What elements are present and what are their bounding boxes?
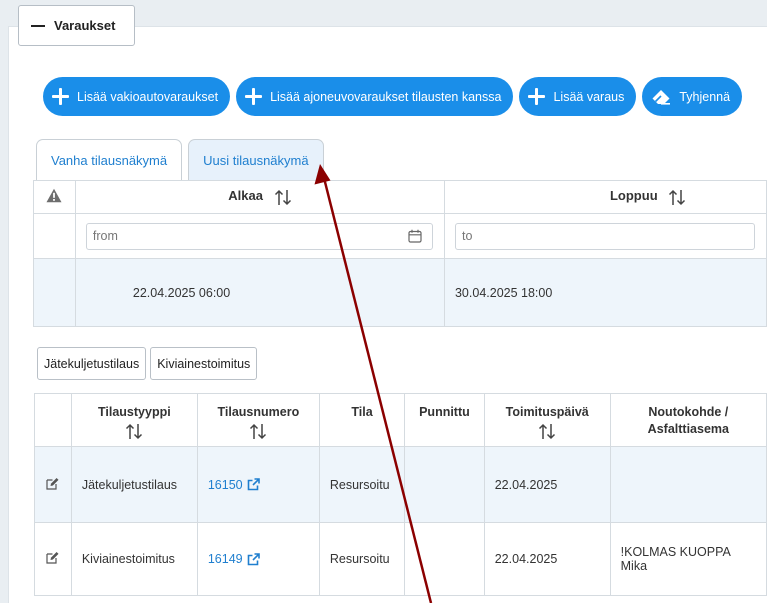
order-number-text: 16149	[207, 552, 243, 566]
delivery-date-column-header[interactable]: Toimituspäivä	[483, 393, 611, 447]
delivery-date-header-label: Toimituspäivä	[505, 405, 589, 419]
sort-icon[interactable]	[274, 189, 292, 206]
sort-icon[interactable]	[668, 189, 686, 206]
start-filter-placeholder: from	[92, 229, 118, 243]
start-value-cell: 22.04.2025 06:00	[74, 258, 445, 327]
order-type-cell: Kiviainestoimitus	[70, 522, 198, 596]
add-standard-vehicle-reservations-button[interactable]: Lisää vakioautovaraukset	[43, 77, 231, 116]
pickup-line1: !KOLMAS KUOPPA	[620, 545, 731, 559]
end-value-cell: 30.04.2025 18:00	[443, 258, 767, 327]
edit-icon[interactable]	[46, 551, 59, 564]
tab-old-order-view[interactable]: Vanha tilausnäkymä	[36, 139, 183, 180]
add-vehicle-reservations-with-orders-button[interactable]: Lisää ajoneuvovaraukset tilausten kanssa	[236, 77, 514, 116]
order-type-cell: Jätekuljetustilaus	[70, 446, 198, 523]
clear-button[interactable]: Tyhjennä	[642, 77, 743, 116]
tab-new-order-view[interactable]: Uusi tilausnäkymä	[188, 139, 324, 180]
start-filter-cell: from	[74, 213, 445, 259]
edit-column-header	[34, 393, 72, 447]
start-date-filter-input[interactable]: from	[85, 222, 433, 250]
delivery-date-cell: 22.04.2025	[483, 446, 611, 523]
edit-cell	[34, 522, 72, 596]
add-reservation-button[interactable]: Lisää varaus	[519, 77, 637, 116]
start-header-label: Alkaa	[228, 188, 263, 204]
end-header-label: Loppuu	[609, 188, 658, 204]
weighed-cell	[404, 522, 485, 596]
table-row: Jätekuljetustilaus 16150 Resursoitu 22.0…	[34, 446, 767, 523]
empty-filter-cell	[33, 213, 76, 259]
end-filter-placeholder: to	[461, 229, 473, 243]
pickup-location-column-header: Noutokohde / Asfalttiasema	[609, 393, 767, 447]
warning-column-header	[33, 180, 76, 214]
pickup-header-line2: Asfalttiasema	[647, 422, 729, 436]
order-type-header-label: Tilaustyyppi	[97, 405, 171, 419]
view-tabs: Vanha tilausnäkymä Uusi tilausnäkymä	[36, 139, 324, 180]
start-column-header[interactable]: Alkaa	[74, 180, 445, 214]
order-number-link[interactable]: 16149	[208, 552, 260, 566]
plus-icon	[52, 88, 69, 105]
status-cell: Resursoitu	[318, 522, 406, 596]
warning-icon	[46, 188, 62, 203]
calendar-icon[interactable]	[408, 229, 422, 243]
weighed-column-header: Punnittu	[404, 393, 485, 447]
plus-icon	[245, 88, 263, 105]
order-type-column-header[interactable]: Tilaustyyppi	[70, 393, 198, 447]
orders-table: Tilaustyyppi Tilausnumero Tila Punnittu …	[34, 393, 767, 596]
filter-waste-transport-button[interactable]: Jätekuljetustilaus	[37, 347, 147, 380]
status-cell: Resursoitu	[318, 446, 406, 523]
edit-cell	[34, 446, 72, 523]
reservation-period-table: Alkaa Loppuu from to 22.04.2025 06:00 30…	[33, 180, 767, 327]
button-label: Lisää varaus	[553, 89, 625, 104]
button-label: Lisää vakioautovaraukset	[77, 89, 219, 104]
weighed-cell	[404, 446, 485, 523]
filter-aggregate-delivery-button[interactable]: Kiviainestoimitus	[150, 347, 258, 380]
order-number-header-label: Tilausnumero	[217, 405, 300, 419]
status-column-header: Tila	[318, 393, 406, 447]
external-link-icon	[247, 552, 260, 565]
order-number-column-header[interactable]: Tilausnumero	[196, 393, 320, 447]
end-date-filter-input[interactable]: to	[454, 222, 755, 250]
order-number-cell: 16149	[196, 522, 320, 596]
collapse-reservations-button[interactable]: Varaukset	[18, 5, 135, 46]
order-number-cell: 16150	[196, 446, 320, 523]
pickup-line2: Mika	[620, 559, 648, 573]
order-type-filters: Jätekuljetustilaus Kiviainestoimitus	[37, 347, 258, 380]
end-column-header[interactable]: Loppuu	[443, 180, 767, 214]
row-warning-cell	[33, 258, 76, 327]
button-label: Tyhjennä	[679, 89, 731, 104]
pickup-header-line1: Noutokohde /	[648, 405, 729, 419]
minus-icon	[31, 24, 45, 27]
sort-icon[interactable]	[538, 423, 556, 440]
order-number-link[interactable]: 16150	[208, 478, 260, 492]
order-number-text: 16150	[207, 477, 243, 492]
pickup-location-cell: !KOLMAS KUOPPA Mika	[609, 522, 767, 596]
plus-icon	[528, 88, 546, 105]
eraser-icon	[651, 89, 671, 105]
delivery-date-cell: 22.04.2025	[483, 522, 611, 596]
button-label: Lisää ajoneuvovaraukset tilausten kanssa	[270, 89, 502, 104]
action-bar: Lisää vakioautovaraukset Lisää ajoneuvov…	[43, 77, 743, 116]
end-filter-cell: to	[443, 213, 767, 259]
sort-icon[interactable]	[125, 423, 143, 440]
edit-icon[interactable]	[46, 477, 59, 490]
pickup-location-cell	[609, 446, 767, 523]
sort-icon[interactable]	[249, 423, 267, 440]
external-link-icon	[247, 478, 260, 491]
section-title: Varaukset	[54, 18, 116, 33]
table-row: Kiviainestoimitus 16149 Resursoitu 22.04…	[34, 522, 767, 596]
